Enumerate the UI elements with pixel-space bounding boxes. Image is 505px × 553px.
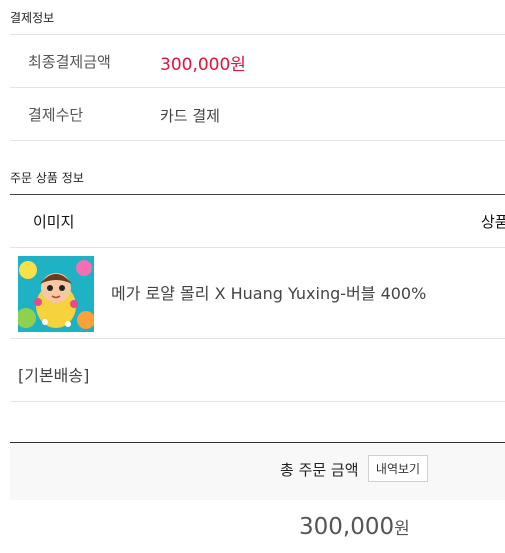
divider xyxy=(10,194,505,195)
divider xyxy=(10,401,505,402)
divider xyxy=(10,338,505,339)
product-name-link[interactable]: 메가 로얄 몰리 X Huang Yuxing-버블 400% xyxy=(111,280,426,304)
view-details-button[interactable]: 내역보기 xyxy=(368,455,428,482)
payment-method-label: 결제수단 xyxy=(28,106,84,124)
payment-info-title: 결제정보 xyxy=(10,11,55,25)
divider xyxy=(10,140,505,141)
column-header-image: 이미지 xyxy=(33,213,75,231)
total-amount-value: 300,000 xyxy=(299,514,395,540)
payment-method-value: 카드 결제 xyxy=(160,107,220,125)
divider xyxy=(10,247,505,248)
divider xyxy=(10,34,505,35)
total-order-amount: 300,000원 xyxy=(299,514,410,540)
product-thumbnail[interactable] xyxy=(18,256,94,332)
product-image xyxy=(18,256,94,332)
final-amount-label: 최종결제금액 xyxy=(28,53,111,71)
divider xyxy=(10,87,505,88)
column-header-product: 상품 xyxy=(481,213,505,231)
order-products-title: 주문 상품 정보 xyxy=(10,171,84,185)
shipping-group-label: [기본배송] xyxy=(18,366,90,385)
total-order-amount-label: 총 주문 금액 xyxy=(280,461,359,479)
total-amount-unit: 원 xyxy=(394,519,410,539)
final-amount-value: 300,000원 xyxy=(160,55,246,75)
total-summary-band xyxy=(10,442,505,500)
order-complete-page: 결제정보 최종결제금액 300,000원 결제수단 카드 결제 주문 상품 정보… xyxy=(0,0,505,553)
